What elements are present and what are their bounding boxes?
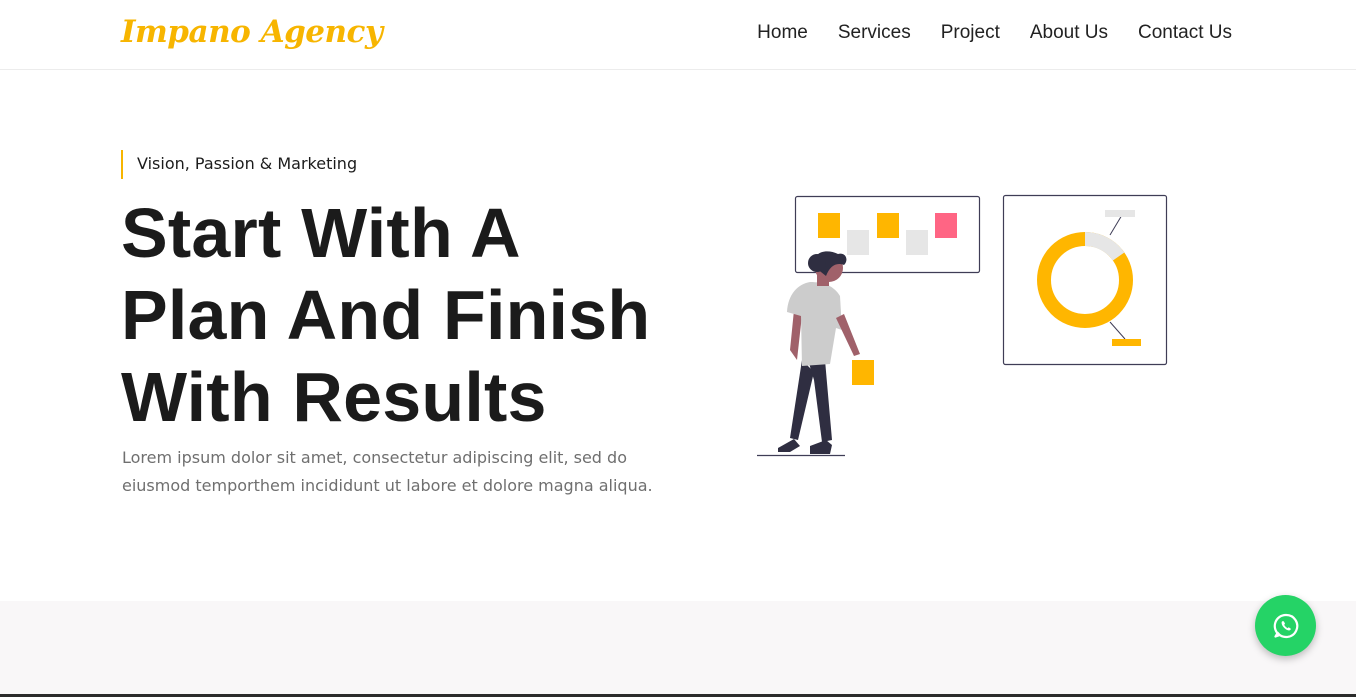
- nav-contact-us[interactable]: Contact Us: [1138, 22, 1232, 44]
- next-section-background: [0, 601, 1356, 697]
- sticky-note-pink: [935, 213, 957, 238]
- hero-headline: Start With A Plan And Finish With Result…: [121, 192, 721, 438]
- donut-card: [1002, 194, 1168, 366]
- planning-illustration: [757, 194, 1168, 457]
- sticky-note-yellow: [877, 213, 899, 238]
- site-header: Impano Agency Home Services Project Abou…: [0, 0, 1356, 70]
- headline-line: With Results: [121, 358, 547, 436]
- hero-description: Lorem ipsum dolor sit amet, consectetur …: [122, 448, 653, 495]
- sticky-note-gray: [906, 230, 928, 255]
- landing-page: Impano Agency Home Services Project Abou…: [0, 0, 1356, 697]
- logo[interactable]: Impano Agency: [121, 14, 383, 50]
- nav-services[interactable]: Services: [838, 22, 911, 44]
- whatsapp-button[interactable]: [1255, 595, 1316, 656]
- nav-home[interactable]: Home: [757, 22, 808, 44]
- hero-tagline: Vision, Passion & Marketing: [121, 150, 357, 179]
- sticky-note-yellow: [818, 213, 840, 238]
- main-nav: Home Services Project About Us Contact U…: [757, 22, 1232, 44]
- person-figure: [757, 251, 874, 457]
- label-bar-gray: [1105, 210, 1135, 217]
- headline-line: Start With A: [121, 194, 521, 272]
- headline-line: Plan And Finish: [121, 276, 651, 354]
- whatsapp-icon: [1273, 613, 1298, 638]
- held-sticky-note: [852, 360, 874, 385]
- nav-about-us[interactable]: About Us: [1030, 22, 1108, 44]
- sticky-note-gray: [847, 230, 869, 255]
- nav-project[interactable]: Project: [941, 22, 1000, 44]
- label-bar-yellow: [1112, 339, 1141, 346]
